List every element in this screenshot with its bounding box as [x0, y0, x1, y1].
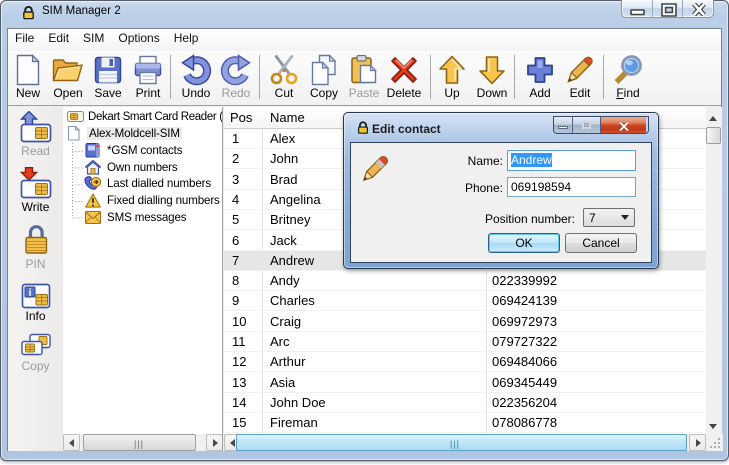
svg-text:i: i	[28, 287, 31, 298]
